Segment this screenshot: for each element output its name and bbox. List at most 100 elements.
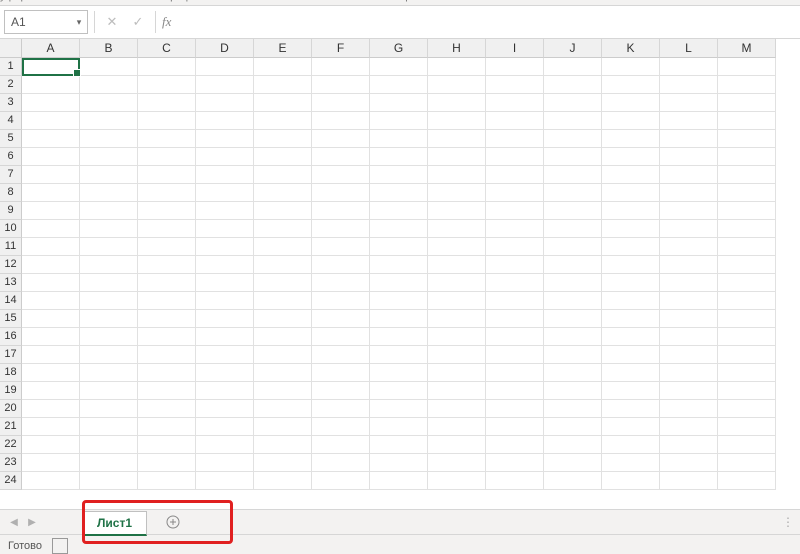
cell[interactable] [544, 148, 602, 166]
column-headers[interactable]: ABCDEFGHIJKLM [22, 39, 776, 58]
cell[interactable] [312, 400, 370, 418]
row-header[interactable]: 23 [0, 454, 22, 472]
cell[interactable] [486, 166, 544, 184]
cell[interactable] [196, 274, 254, 292]
cell[interactable] [196, 112, 254, 130]
cell[interactable] [138, 454, 196, 472]
cell[interactable] [660, 472, 718, 490]
cell[interactable] [254, 94, 312, 112]
cell[interactable] [196, 148, 254, 166]
cell[interactable] [718, 400, 776, 418]
column-header[interactable]: G [370, 39, 428, 58]
cell[interactable] [718, 274, 776, 292]
cell[interactable] [22, 220, 80, 238]
cell[interactable] [428, 76, 486, 94]
cell[interactable] [660, 364, 718, 382]
cell[interactable] [602, 436, 660, 454]
cell[interactable] [312, 382, 370, 400]
cell[interactable] [80, 76, 138, 94]
cell[interactable] [196, 184, 254, 202]
column-header[interactable]: H [428, 39, 486, 58]
cell[interactable] [138, 112, 196, 130]
cell[interactable] [312, 274, 370, 292]
cell[interactable] [370, 274, 428, 292]
cell[interactable] [602, 76, 660, 94]
cell[interactable] [370, 418, 428, 436]
row-header[interactable]: 22 [0, 436, 22, 454]
add-sheet-button[interactable] [161, 510, 185, 534]
cell[interactable] [196, 310, 254, 328]
cell[interactable] [486, 400, 544, 418]
cell[interactable] [370, 130, 428, 148]
cell[interactable] [80, 58, 138, 76]
cell[interactable] [544, 184, 602, 202]
cell[interactable] [660, 130, 718, 148]
cell[interactable] [312, 238, 370, 256]
cell[interactable] [80, 310, 138, 328]
select-all-corner[interactable] [0, 39, 22, 58]
cell[interactable] [544, 220, 602, 238]
cell[interactable] [80, 166, 138, 184]
cell[interactable] [602, 310, 660, 328]
cell[interactable] [196, 58, 254, 76]
cell[interactable] [602, 274, 660, 292]
cell[interactable] [22, 472, 80, 490]
cell[interactable] [138, 76, 196, 94]
cell[interactable] [254, 346, 312, 364]
column-header[interactable]: M [718, 39, 776, 58]
cell[interactable] [22, 364, 80, 382]
cell[interactable] [428, 148, 486, 166]
cell[interactable] [370, 238, 428, 256]
name-box-dropdown-icon[interactable]: ▾ [71, 17, 87, 28]
cell[interactable] [602, 328, 660, 346]
cell[interactable] [370, 454, 428, 472]
cell[interactable] [254, 382, 312, 400]
cell[interactable] [718, 58, 776, 76]
cell[interactable] [660, 346, 718, 364]
cell[interactable] [370, 256, 428, 274]
cell[interactable] [428, 346, 486, 364]
cell[interactable] [428, 436, 486, 454]
cell[interactable] [544, 436, 602, 454]
cell[interactable] [660, 274, 718, 292]
cell[interactable] [312, 292, 370, 310]
cell[interactable] [428, 274, 486, 292]
cell[interactable] [254, 454, 312, 472]
cell[interactable] [22, 274, 80, 292]
cell[interactable] [544, 328, 602, 346]
cell[interactable] [254, 436, 312, 454]
cell[interactable] [718, 76, 776, 94]
cell[interactable] [486, 220, 544, 238]
cell[interactable] [370, 400, 428, 418]
cell[interactable] [544, 418, 602, 436]
cell[interactable] [428, 292, 486, 310]
cell[interactable] [718, 148, 776, 166]
cell[interactable] [602, 256, 660, 274]
tab-nav-prev-icon[interactable]: ◀ [6, 514, 22, 530]
tab-nav-next-icon[interactable]: ▶ [24, 514, 40, 530]
cell[interactable] [660, 436, 718, 454]
cell[interactable] [138, 436, 196, 454]
sheet-tab[interactable]: Лист1 [82, 511, 147, 536]
cell[interactable] [602, 238, 660, 256]
cell[interactable] [544, 454, 602, 472]
cell[interactable] [718, 94, 776, 112]
row-header[interactable]: 20 [0, 400, 22, 418]
cell[interactable] [370, 292, 428, 310]
cell[interactable] [80, 94, 138, 112]
cell[interactable] [138, 292, 196, 310]
cell[interactable] [544, 292, 602, 310]
row-header[interactable]: 21 [0, 418, 22, 436]
cell[interactable] [80, 400, 138, 418]
cell[interactable] [718, 238, 776, 256]
cell[interactable] [138, 238, 196, 256]
cell[interactable] [544, 274, 602, 292]
cell[interactable] [718, 310, 776, 328]
cell[interactable] [370, 166, 428, 184]
cell[interactable] [196, 238, 254, 256]
worksheet-area[interactable]: ABCDEFGHIJKLM 12345678910111213141516171… [0, 39, 800, 509]
cell[interactable] [312, 472, 370, 490]
cell[interactable] [22, 436, 80, 454]
cell[interactable] [312, 130, 370, 148]
cell[interactable] [254, 202, 312, 220]
